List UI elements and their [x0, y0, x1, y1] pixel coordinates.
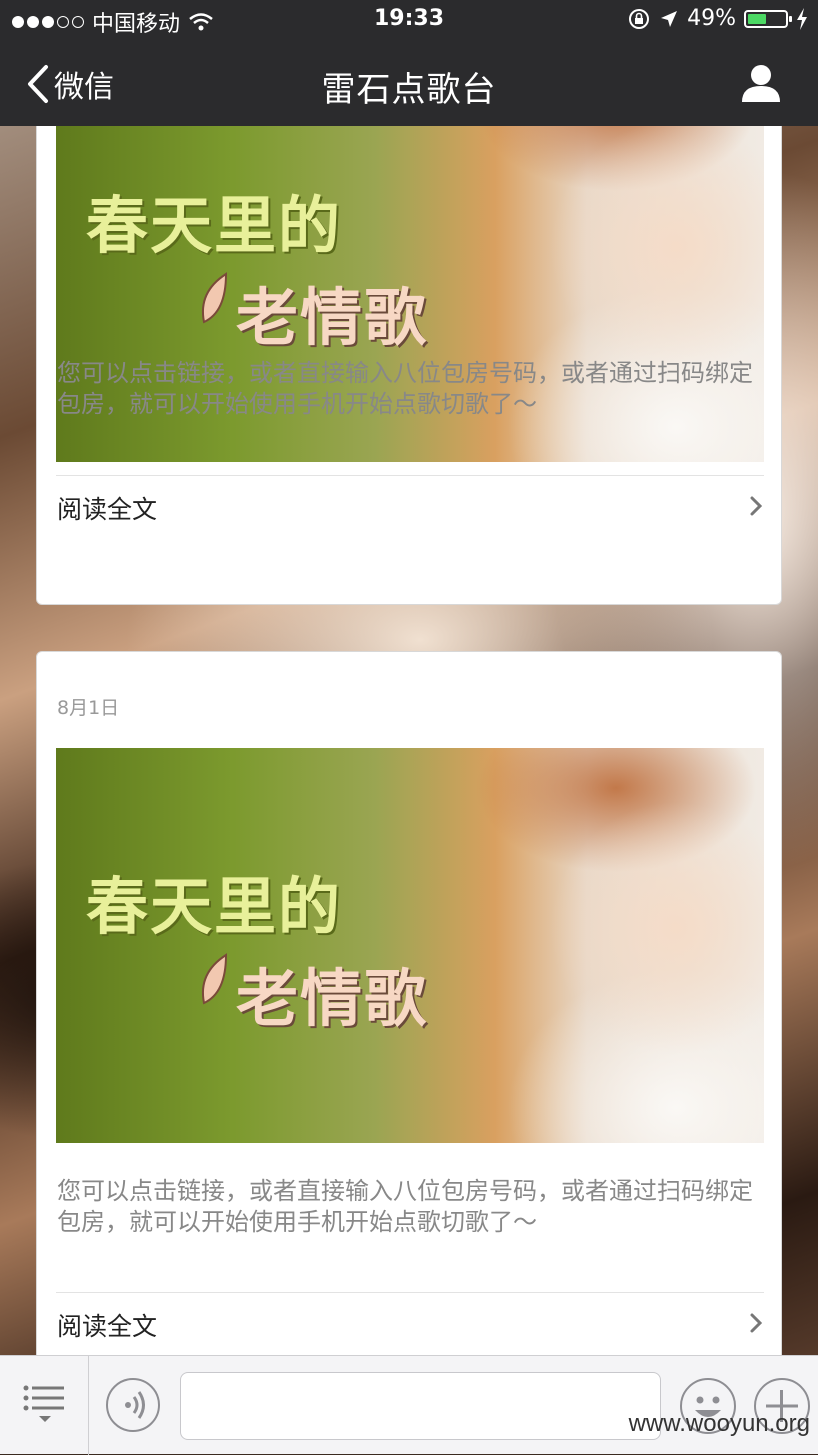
article-card[interactable]: 8月1日 春天里的 老情歌 您可以点击链接，或者直接输入八位包房号码，或者通过扫… [36, 651, 782, 1355]
message-input[interactable] [180, 1372, 661, 1440]
message-list[interactable]: 春天里的 老情歌 您可以点击链接，或者直接输入八位包房号码，或者通过扫码绑定包房… [0, 126, 818, 1355]
cover-text-line1: 春天里的 [86, 870, 343, 943]
rotation-lock-icon [629, 8, 650, 29]
battery-percent: 49% [687, 6, 736, 31]
read-more-link[interactable]: 阅读全文 [57, 490, 157, 526]
voice-icon [125, 1391, 145, 1419]
status-bar: 中国移动 19:33 49% [0, 0, 818, 40]
chat-input-bar [0, 1355, 818, 1455]
profile-icon[interactable] [740, 62, 782, 104]
article-description: 您可以点击链接，或者直接输入八位包房号码，或者通过扫码绑定包房，就可以开始使用手… [57, 359, 753, 418]
leaf-icon [202, 272, 228, 324]
read-more-link[interactable]: 阅读全文 [57, 1307, 157, 1343]
battery-indicator [744, 9, 792, 28]
watermark: www.wooyun.org [628, 1410, 810, 1437]
menu-toggle-button[interactable] [0, 1356, 89, 1455]
article-cover-image[interactable]: 春天里的 老情歌 [56, 748, 764, 1143]
voice-button[interactable] [106, 1378, 160, 1432]
cover-text-line2: 老情歌 [236, 962, 429, 1035]
location-arrow-icon [661, 10, 678, 27]
charging-bolt-icon [797, 7, 807, 30]
chevron-right-icon[interactable] [749, 495, 763, 517]
page-title: 雷石点歌台 [321, 70, 497, 110]
article-date: 8月1日 [57, 697, 120, 719]
leaf-icon [202, 953, 228, 1005]
chevron-right-icon[interactable] [749, 1312, 763, 1334]
divider [56, 1292, 764, 1293]
article-description: 您可以点击链接，或者直接输入八位包房号码，或者通过扫码绑定包房，就可以开始使用手… [57, 1177, 753, 1236]
menu-list-icon [23, 1385, 64, 1422]
divider [56, 475, 764, 476]
navigation-bar: 微信 雷石点歌台 [0, 40, 818, 126]
cover-text-line2: 老情歌 [236, 281, 429, 354]
article-card[interactable]: 春天里的 老情歌 您可以点击链接，或者直接输入八位包房号码，或者通过扫码绑定包房… [36, 126, 782, 605]
cover-text-line1: 春天里的 [86, 189, 343, 262]
